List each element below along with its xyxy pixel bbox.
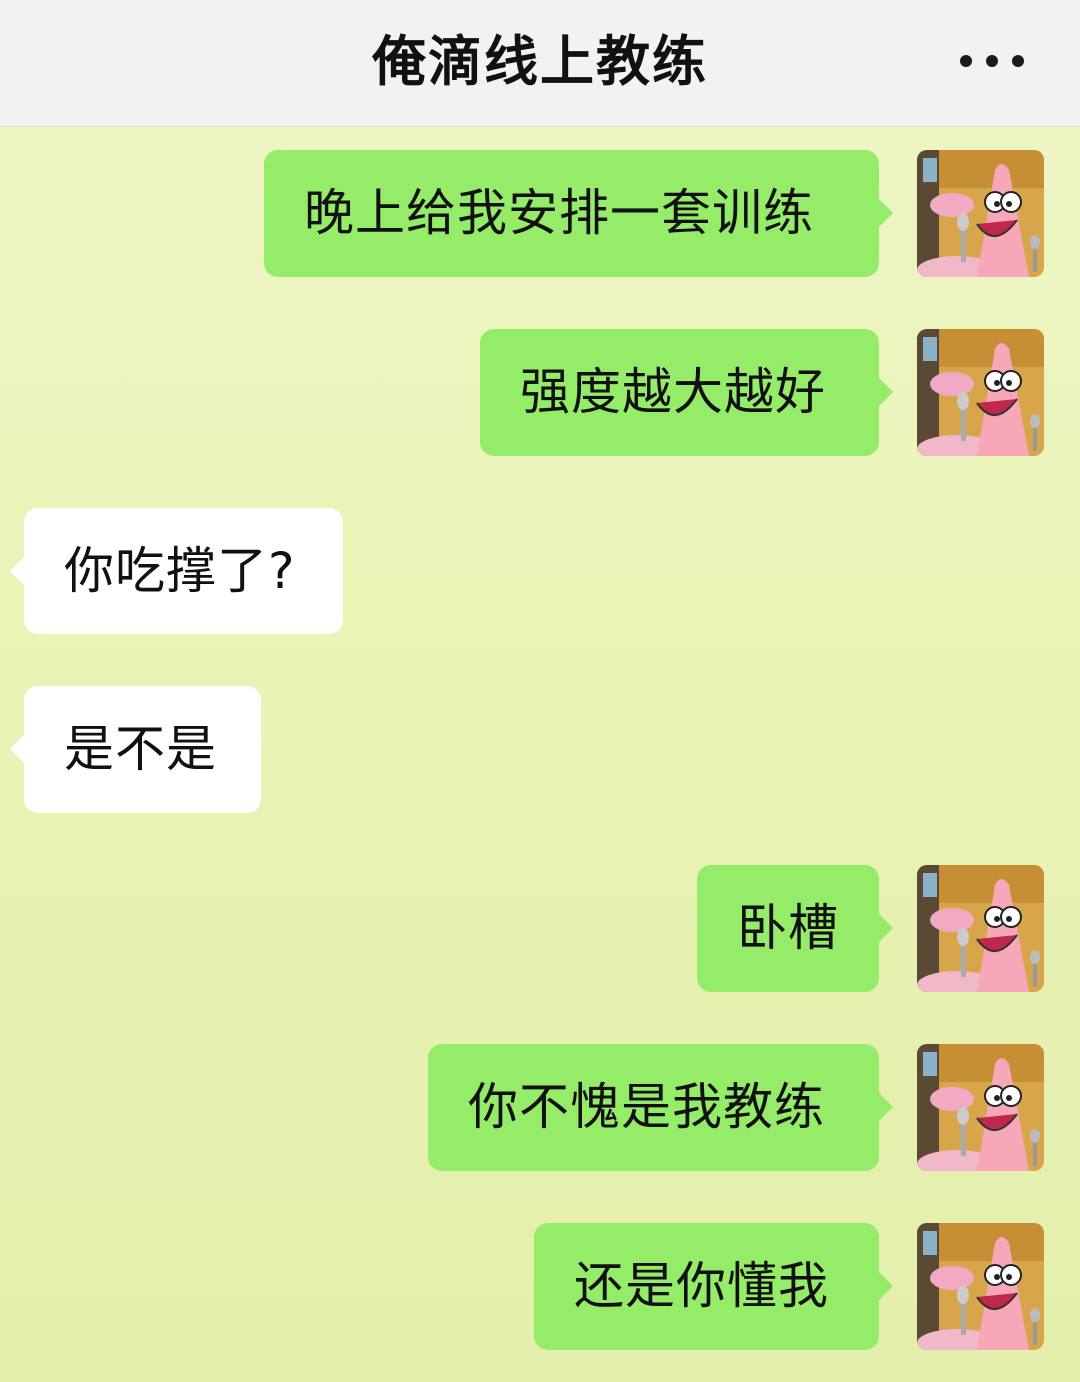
my-avatar[interactable] [917, 150, 1044, 277]
message-bubble[interactable]: 你不愧是我教练 [428, 1044, 893, 1171]
chat-header: 俺滴线上教练 [0, 0, 1080, 127]
more-dot [986, 55, 998, 67]
my-avatar[interactable] [917, 329, 1044, 456]
cartoon-starfish-avatar [917, 1044, 1044, 1171]
my-avatar[interactable] [917, 1223, 1044, 1350]
my-avatar[interactable] [917, 1044, 1044, 1171]
more-options-button[interactable] [960, 46, 1024, 76]
my-avatar[interactable] [917, 865, 1044, 992]
more-dot [1012, 55, 1024, 67]
cartoon-starfish-avatar [917, 150, 1044, 277]
message-bubble[interactable]: 卧槽 [697, 865, 893, 992]
chat-title: 俺滴线上教练 [372, 30, 708, 93]
message-bubble[interactable]: 是不是 [10, 686, 261, 813]
message-bubble[interactable]: 强度越大越好 [480, 329, 893, 456]
cartoon-starfish-avatar [917, 865, 1044, 992]
message-bubble[interactable]: 晚上给我安排一套训练 [264, 150, 893, 277]
more-dots-icon [960, 55, 972, 67]
message-bubble[interactable]: 你吃撑了? [10, 508, 343, 634]
cartoon-starfish-avatar [917, 329, 1044, 456]
cartoon-starfish-avatar [917, 1223, 1044, 1350]
message-bubble[interactable]: 还是你懂我 [534, 1223, 893, 1350]
